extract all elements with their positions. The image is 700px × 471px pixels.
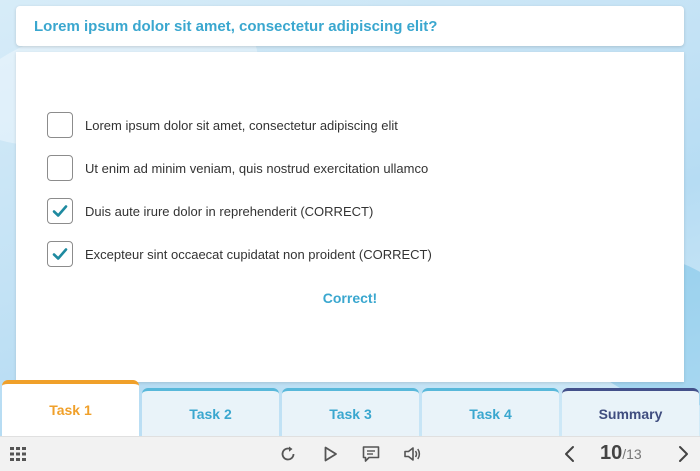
- question-header: Lorem ipsum dolor sit amet, consectetur …: [16, 6, 684, 46]
- next-arrow-icon[interactable]: [673, 444, 693, 464]
- answer-option-4[interactable]: Excepteur sint occaecat cupidatat non pr…: [47, 240, 432, 268]
- tab-task-1[interactable]: Task 1: [2, 380, 139, 436]
- page-current: 10: [600, 442, 623, 464]
- checkmark-icon: [52, 248, 68, 260]
- answer-option-3[interactable]: Duis aute irure dolor in reprehenderit (…: [47, 197, 373, 225]
- feedback-message: Correct!: [322, 290, 378, 306]
- player-toolbar: 10 / 13: [0, 436, 700, 471]
- tab-summary[interactable]: Summary: [562, 388, 699, 436]
- option-checkbox-checked[interactable]: [47, 241, 73, 267]
- option-checkbox-checked[interactable]: [47, 198, 73, 224]
- option-checkbox[interactable]: [47, 155, 73, 181]
- question-text: Lorem ipsum dolor sit amet, consectetur …: [34, 17, 438, 35]
- option-label: Duis aute irure dolor in reprehenderit (…: [85, 203, 374, 219]
- play-icon[interactable]: [320, 444, 340, 464]
- answer-panel: Lorem ipsum dolor sit amet, consectetur …: [16, 52, 684, 382]
- comment-icon[interactable]: [361, 444, 381, 464]
- volume-icon[interactable]: [402, 444, 422, 464]
- prev-arrow-icon[interactable]: [560, 444, 580, 464]
- page-total: 13: [626, 446, 642, 462]
- tab-task-4[interactable]: Task 4: [422, 388, 559, 436]
- task-tabs: Task 1 Task 2 Task 3 Task 4 Summary: [0, 380, 700, 436]
- answer-option-1[interactable]: Lorem ipsum dolor sit amet, consectetur …: [47, 111, 398, 139]
- tab-task-2[interactable]: Task 2: [142, 388, 279, 436]
- answer-option-2[interactable]: Ut enim ad minim veniam, quis nostrud ex…: [47, 154, 428, 182]
- option-label: Ut enim ad minim veniam, quis nostrud ex…: [85, 160, 429, 176]
- page-counter: 10 / 13: [600, 442, 642, 466]
- tab-task-3[interactable]: Task 3: [282, 388, 419, 436]
- replay-icon[interactable]: [278, 444, 298, 464]
- option-label: Lorem ipsum dolor sit amet, consectetur …: [85, 117, 398, 133]
- option-label: Excepteur sint occaecat cupidatat non pr…: [85, 246, 432, 262]
- checkmark-icon: [52, 205, 68, 217]
- option-checkbox[interactable]: [47, 112, 73, 138]
- grid-menu-icon[interactable]: [8, 444, 28, 464]
